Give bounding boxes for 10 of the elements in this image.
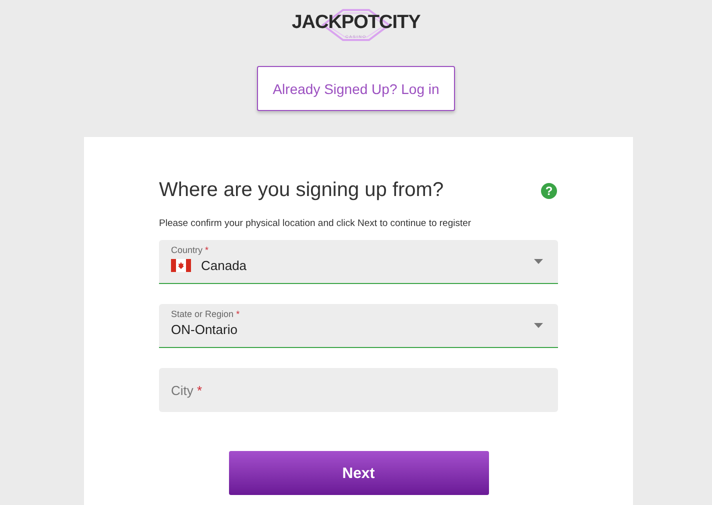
- form-subtitle: Please confirm your physical location and click Next to continue to register: [159, 218, 472, 229]
- login-button[interactable]: Already Signed Up? Log in: [257, 66, 455, 111]
- next-button[interactable]: Next: [228, 451, 488, 495]
- caret-icon: [534, 259, 543, 264]
- flag-icon: [171, 259, 191, 272]
- form-title: Where are you signing up from?: [159, 179, 444, 202]
- select-field[interactable]: Country * Canada: [159, 240, 558, 284]
- select-field[interactable]: State or Region * ON-Ontario: [159, 304, 558, 348]
- caret-icon: [534, 323, 543, 328]
- input-field[interactable]: City *: [159, 368, 558, 412]
